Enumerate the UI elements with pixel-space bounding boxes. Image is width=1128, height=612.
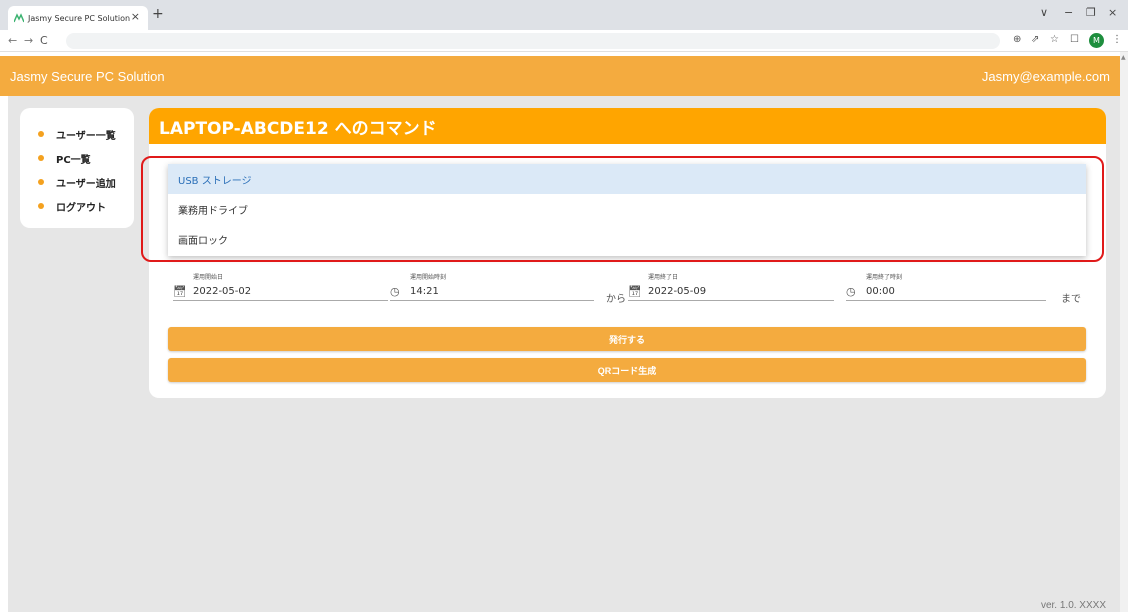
start-time-field[interactable]: 運用開始時刻 ◷ 14:21 xyxy=(390,272,594,301)
sidebar-item-label: ユーザー追加 xyxy=(56,178,116,190)
jasmy-logo-icon xyxy=(14,13,24,23)
bookmark-star-icon[interactable]: ☆ xyxy=(1050,34,1059,45)
url-input[interactable] xyxy=(66,33,1000,49)
scroll-up-icon[interactable]: ▲ xyxy=(1121,54,1126,61)
browser-tab-bar: Jasmy Secure PC Solution × + ∨ − ❐ × xyxy=(0,0,1128,30)
footer: ver. 1.0. XXXX xyxy=(8,596,1120,612)
version-label: ver. 1.0. XXXX xyxy=(1040,600,1106,611)
clock-icon[interactable]: ◷ xyxy=(390,285,404,298)
sidebar-item-add-user[interactable]: ユーザー追加 xyxy=(38,170,134,194)
from-text: から xyxy=(606,294,626,305)
end-date-field[interactable]: 運用終了日 📅︎ 2022-05-09 xyxy=(628,272,834,301)
until-text: まで xyxy=(1061,294,1081,305)
sidebar: ユーザー一覧 PC一覧 ユーザー追加 ログアウト xyxy=(20,108,134,228)
minimize-icon[interactable]: − xyxy=(1064,6,1073,19)
start-time-label: 運用開始時刻 xyxy=(410,274,447,281)
app-title: Jasmy Secure PC Solution xyxy=(10,68,165,84)
bullet-icon xyxy=(38,203,44,209)
page-title: LAPTOP-ABCDE12 へのコマンド xyxy=(149,108,1106,144)
bullet-icon xyxy=(38,131,44,137)
sidebar-item-label: PC一覧 xyxy=(56,154,91,166)
start-date-field[interactable]: 運用開始日 📅︎ 2022-05-02 xyxy=(173,272,388,301)
close-window-icon[interactable]: × xyxy=(1108,6,1117,19)
user-email: Jasmy@example.com xyxy=(981,68,1110,84)
calendar-icon[interactable]: 📅︎ xyxy=(628,285,642,298)
calendar-icon[interactable]: 📅︎ xyxy=(173,285,187,298)
sidebar-item-logout[interactable]: ログアウト xyxy=(38,194,134,218)
start-date-label: 運用開始日 xyxy=(193,274,224,281)
profile-avatar[interactable]: M xyxy=(1089,33,1104,48)
restore-icon[interactable]: ❐ xyxy=(1086,6,1096,19)
end-date-value: 2022-05-09 xyxy=(648,286,707,297)
page-scrollbar[interactable]: ▲ xyxy=(1120,52,1128,612)
end-time-value: 00:00 xyxy=(866,286,895,297)
issue-button[interactable]: 発行する xyxy=(168,327,1086,351)
end-time-label: 運用終了時刻 xyxy=(866,274,903,281)
highlight-annotation xyxy=(141,156,1104,262)
browser-menu-icon[interactable]: ⋮ xyxy=(1112,34,1122,45)
start-time-value: 14:21 xyxy=(410,286,439,297)
sidepanel-icon[interactable]: ☐ xyxy=(1070,34,1079,45)
sidebar-item-label: ログアウト xyxy=(56,202,106,214)
browser-tab[interactable]: Jasmy Secure PC Solution × xyxy=(8,6,148,30)
back-icon[interactable]: ← xyxy=(8,34,17,47)
app-header: Jasmy Secure PC Solution Jasmy@example.c… xyxy=(0,56,1120,96)
tab-title: Jasmy Secure PC Solution xyxy=(28,13,131,23)
zoom-icon[interactable]: ⊕ xyxy=(1013,34,1021,45)
start-date-value: 2022-05-02 xyxy=(193,286,252,297)
end-date-label: 運用終了日 xyxy=(648,274,679,281)
bullet-icon xyxy=(38,155,44,161)
tab-search-icon[interactable]: ∨ xyxy=(1040,6,1048,19)
sidebar-item-label: ユーザー一覧 xyxy=(56,130,116,142)
sidebar-item-pc-list[interactable]: PC一覧 xyxy=(38,146,134,170)
address-bar: ← → C ⊕ ⇗ ☆ ☐ M ⋮ xyxy=(0,30,1128,52)
end-time-field[interactable]: 運用終了時刻 ◷ 00:00 xyxy=(846,272,1046,301)
new-tab-icon[interactable]: + xyxy=(152,6,164,22)
qr-generate-button[interactable]: QRコード生成 xyxy=(168,358,1086,382)
tab-close-icon[interactable]: × xyxy=(131,10,140,23)
reload-icon[interactable]: C xyxy=(40,34,48,47)
clock-icon[interactable]: ◷ xyxy=(846,285,860,298)
sidebar-item-user-list[interactable]: ユーザー一覧 xyxy=(38,122,134,146)
bullet-icon xyxy=(38,179,44,185)
share-icon[interactable]: ⇗ xyxy=(1031,34,1039,45)
forward-icon[interactable]: → xyxy=(24,34,33,47)
